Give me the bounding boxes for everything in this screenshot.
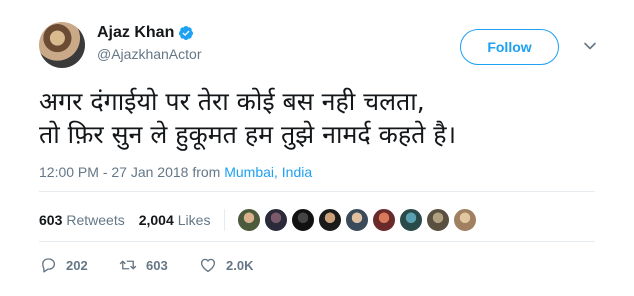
stats-separator [224,209,226,231]
tweet-header: Ajaz Khan @AjazkhanActor Follow [39,22,609,72]
divider [39,241,595,242]
verified-badge-icon [179,26,194,40]
display-name[interactable]: Ajaz Khan [97,24,174,42]
liker-avatar[interactable] [345,208,370,232]
chevron-down-icon[interactable] [583,39,597,53]
liker-avatar[interactable] [318,208,343,232]
liker-avatar[interactable] [426,208,451,232]
liker-avatar[interactable] [237,208,262,232]
likes-label[interactable]: Likes [178,212,211,228]
retweets-count[interactable]: 603 [39,212,62,228]
location-link[interactable]: Mumbai, India [224,164,312,180]
divider [39,191,595,192]
tweet-line: अगर दंगाईयो पर तेरा कोई बस नही चलता, [39,87,425,116]
user-handle[interactable]: @AjazkhanActor [97,46,201,62]
tweet-text: अगर दंगाईयो पर तेरा कोई बस नही चलता, तो … [39,85,599,151]
liker-avatar[interactable] [399,208,424,232]
avatar[interactable] [39,22,85,68]
retweet-icon [119,260,137,270]
reply-icon [42,258,56,273]
user-names: Ajaz Khan @AjazkhanActor [97,24,201,62]
like-count: 2.0K [226,257,254,273]
timestamp[interactable]: 12:00 PM - 27 Jan 2018 from [39,164,224,180]
liker-avatar[interactable] [372,208,397,232]
follow-button[interactable]: Follow [460,29,559,65]
liker-avatars [237,208,478,232]
tweet-stats: 603 Retweets 2,004 Likes [39,208,478,232]
tweet-meta: 12:00 PM - 27 Jan 2018 from Mumbai, Indi… [39,164,312,180]
heart-icon [200,258,216,273]
liker-avatar[interactable] [264,208,289,232]
retweet-button[interactable]: 603 [119,256,199,274]
liker-avatar[interactable] [291,208,316,232]
display-name-row[interactable]: Ajaz Khan [97,24,201,42]
reply-count: 202 [66,257,88,273]
reply-button[interactable]: 202 [39,256,119,274]
likes-count[interactable]: 2,004 [139,212,174,228]
tweet-line: तो फ़िर सुन ले हुकूमत हम तुझे नामर्द कहत… [39,120,457,149]
like-button[interactable]: 2.0K [199,256,253,274]
retweet-count: 603 [146,257,168,273]
retweets-label[interactable]: Retweets [66,212,124,228]
liker-avatar[interactable] [453,208,478,232]
tweet-actions: 202 603 2.0K [39,256,253,274]
